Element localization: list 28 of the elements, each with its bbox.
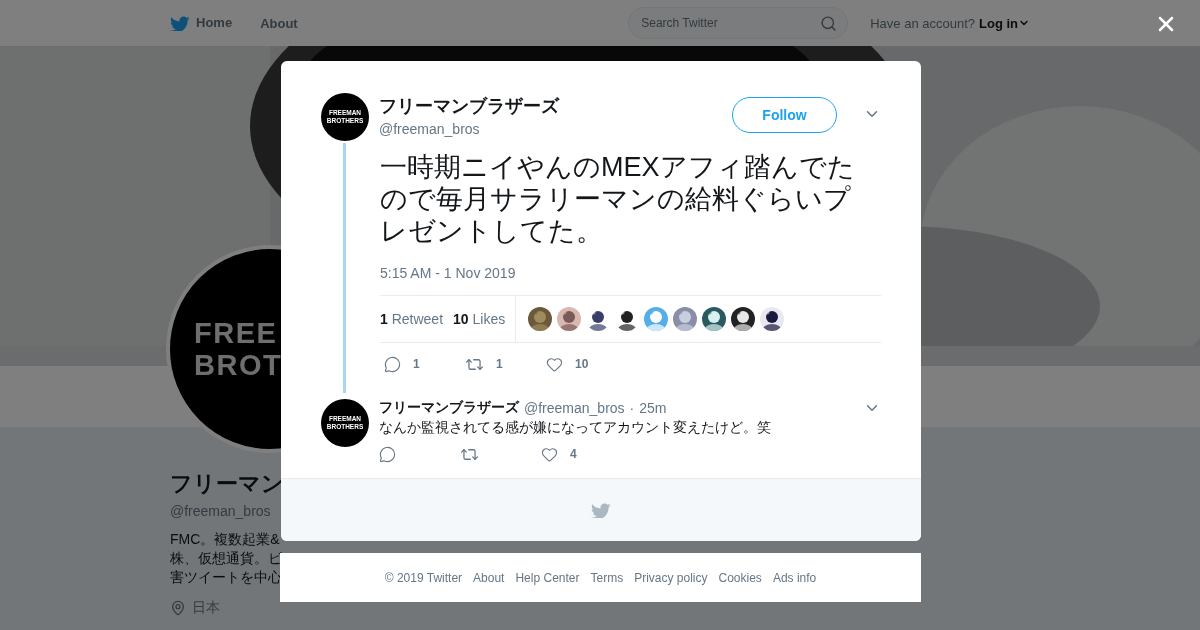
like-button[interactable]: 4 (537, 445, 618, 463)
nav-link[interactable]: About (260, 15, 298, 31)
account-prompt: Have an account? (870, 15, 975, 31)
search-field[interactable]: Search Twitter (628, 7, 849, 39)
location-icon (170, 600, 186, 616)
footer-link[interactable]: Terms (590, 570, 624, 585)
footer-link[interactable]: Privacy policy (634, 570, 708, 585)
reply-icon (379, 445, 396, 463)
footer-link[interactable]: Help Center (515, 570, 580, 585)
footer-link[interactable]: © 2019 Twitter (384, 570, 463, 585)
search-icon (820, 14, 838, 32)
reply-text: なんか監視されてる感が嫌になってアカウント変えたけど。笑 (379, 419, 772, 437)
separator-dot: · (629, 400, 635, 416)
reply-time: 25m (639, 400, 667, 416)
bird-icon (170, 14, 190, 32)
login-link[interactable]: Log in (979, 15, 1030, 31)
footer-link[interactable]: About (473, 570, 505, 585)
reply-handle: @freeman_bros (524, 400, 625, 416)
profile-name: フリーマン (170, 470, 284, 498)
footer-link[interactable]: Cookies (718, 570, 762, 585)
bird-icon (591, 501, 611, 519)
location: 日本 (192, 599, 220, 617)
footer-link[interactable]: Ads info (772, 570, 817, 585)
nav-link[interactable]: Home (170, 14, 233, 32)
profile-handle: @freeman_bros (170, 503, 271, 519)
reply-author-name: フリーマンブラザーズ (379, 399, 519, 417)
bio-line: FMC。複数起業& (170, 530, 280, 549)
heart-icon (541, 445, 558, 463)
